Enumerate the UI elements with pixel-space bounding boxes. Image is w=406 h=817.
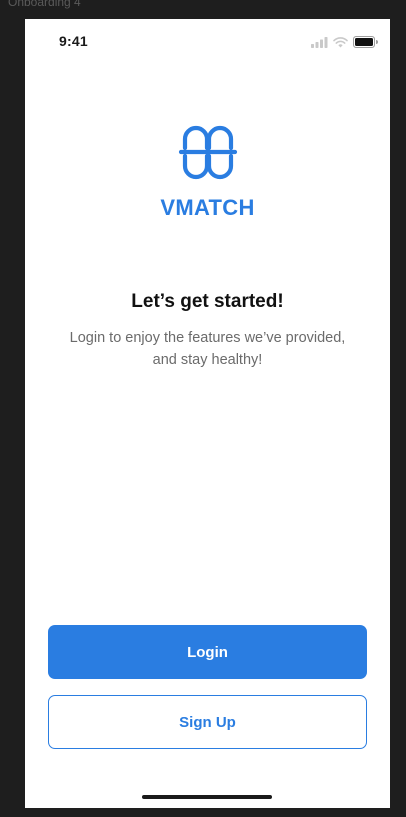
home-indicator[interactable] — [142, 795, 272, 799]
login-button[interactable]: Login — [48, 625, 367, 679]
login-button-label: Login — [187, 643, 228, 661]
onboarding-description: Login to enjoy the features we’ve provid… — [69, 330, 346, 368]
sign-up-button-label: Sign Up — [179, 713, 236, 731]
brand-logo: VMATCH — [25, 124, 390, 221]
status-icons — [311, 35, 378, 53]
status-time: 9:41 — [59, 33, 88, 49]
sign-up-button[interactable]: Sign Up — [48, 695, 367, 749]
signal-icon — [311, 35, 328, 53]
status-bar: 9:41 — [25, 19, 390, 63]
phone-screen: 9:41 VMATCH Let’s get started! Login to … — [25, 19, 390, 808]
frame-label: Onboarding 4 — [8, 0, 81, 9]
brand-name: VMATCH — [160, 195, 255, 220]
onboarding-title: Let’s get started! — [131, 291, 284, 312]
battery-icon — [353, 35, 378, 53]
wifi-icon — [333, 35, 348, 53]
vmatch-logo-icon — [177, 124, 239, 189]
